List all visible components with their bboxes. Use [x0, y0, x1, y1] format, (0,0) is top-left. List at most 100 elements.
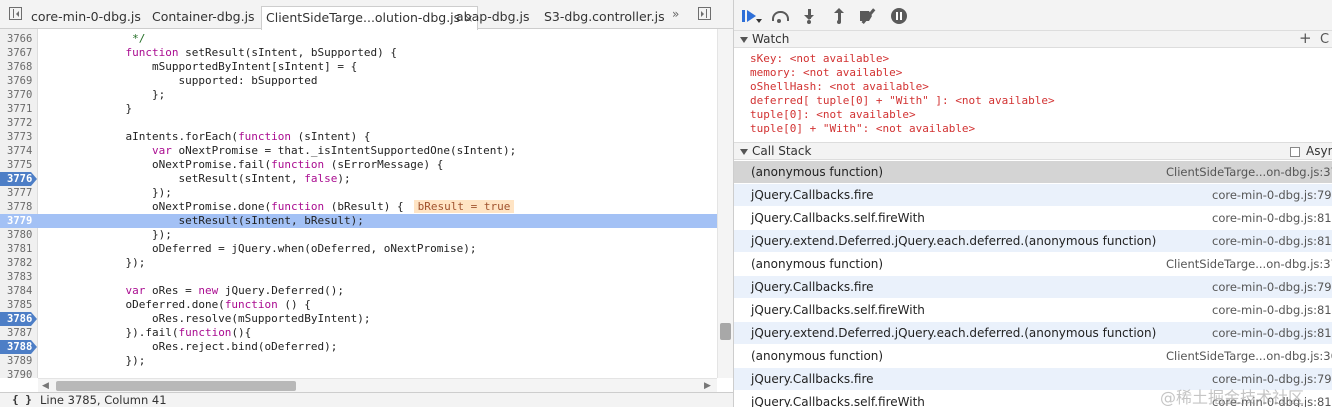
code-line[interactable]: 3768 mSupportedByIntent[sIntent] = { [0, 60, 717, 74]
more-tabs-icon[interactable]: » [672, 7, 679, 21]
code-line[interactable]: 3779 setResult(sIntent, bResult); [0, 214, 717, 228]
step-over-icon[interactable] [771, 8, 789, 24]
code-line[interactable]: 3790 [0, 368, 717, 378]
breakpoint-marker[interactable]: 3786 [0, 312, 37, 326]
callstack-frame[interactable]: (anonymous function) ClientSideTarge...on… [734, 161, 1332, 184]
line-number[interactable]: 3773 [0, 130, 38, 144]
callstack-frame[interactable]: jQuery.extend.Deferred.jQuery.each.defer… [734, 230, 1332, 253]
watch-header[interactable]: Watch + C [734, 30, 1332, 48]
callstack-frame[interactable]: jQuery.Callbacks.self.fireWith core-min-0… [734, 207, 1332, 230]
code-line[interactable]: 3780 }); [0, 228, 717, 242]
resume-icon[interactable] [741, 8, 757, 24]
code-line[interactable]: 3766 */ [0, 32, 717, 46]
watch-expression[interactable]: memory: <not available> [750, 66, 902, 80]
deactivate-breakpoints-icon[interactable] [860, 8, 876, 24]
callstack-header[interactable]: Call Stack Async [734, 142, 1332, 160]
tab-s3-controller[interactable]: S3-dbg.controller.js [540, 6, 669, 29]
line-number[interactable]: 3777 [0, 186, 38, 200]
breakpoint-marker[interactable]: 3779 [0, 214, 37, 228]
line-number[interactable]: 3772 [0, 116, 38, 130]
step-into-icon[interactable] [801, 8, 817, 24]
callstack-frame[interactable]: (anonymous function) ClientSideTarge...on… [734, 345, 1332, 368]
code-line[interactable]: 3776 setResult(sIntent, false); [0, 172, 717, 186]
code-line[interactable]: 3788 oRes.reject.bind(oDeferred); [0, 340, 717, 354]
horizontal-scroll-thumb[interactable] [56, 381, 296, 391]
line-number[interactable]: 3770 [0, 88, 38, 102]
line-number[interactable]: 3780 [0, 228, 38, 242]
pause-on-exceptions-icon[interactable] [891, 8, 907, 24]
vertical-scroll-thumb[interactable] [720, 323, 731, 340]
frame-location-link[interactable]: ClientSideTarge...on-dbg.js:3779 [1166, 161, 1332, 184]
resume-dropdown-icon[interactable] [756, 19, 762, 23]
line-number[interactable]: 3775 [0, 158, 38, 172]
line-number[interactable]: 3782 [0, 256, 38, 270]
horizontal-scrollbar[interactable]: ◀ ▶ [38, 378, 717, 392]
callstack-frame[interactable]: jQuery.Callbacks.self.fireWith core-min-0… [734, 299, 1332, 322]
line-number[interactable]: 3783 [0, 270, 38, 284]
line-number[interactable]: 3766 [0, 32, 38, 46]
line-number[interactable]: 3790 [0, 368, 38, 378]
frame-location-link[interactable]: core-min-0-dbg.js:8107 [1212, 207, 1332, 230]
code-line[interactable]: 3771 } [0, 102, 717, 116]
scroll-right-icon[interactable]: ▶ [704, 381, 711, 391]
callstack-frame[interactable]: jQuery.extend.Deferred.jQuery.each.defer… [734, 322, 1332, 345]
frame-location-link[interactable]: core-min-0-dbg.js:8107 [1212, 299, 1332, 322]
line-number[interactable]: 3769 [0, 74, 38, 88]
tab-core-min[interactable]: core-min-0-dbg.js [27, 6, 145, 29]
callstack-frame[interactable]: (anonymous function) ClientSideTarge...on… [734, 253, 1332, 276]
line-number[interactable]: 3774 [0, 144, 38, 158]
refresh-watch-icon[interactable]: C [1320, 31, 1329, 48]
code-line[interactable]: 3782 }); [0, 256, 717, 270]
watch-expression[interactable]: deferred[ tuple[0] + "With" ]: <not avai… [750, 94, 1055, 108]
code-line[interactable]: 3777 }); [0, 186, 717, 200]
code-line[interactable]: 3789 }); [0, 354, 717, 368]
tab-container[interactable]: Container-dbg.js [148, 6, 259, 29]
frame-location-link[interactable]: core-min-0-dbg.js:7995 [1212, 184, 1332, 207]
line-number[interactable]: 3781 [0, 242, 38, 256]
code-line[interactable]: 3769 supported: bSupported [0, 74, 717, 88]
vertical-scrollbar[interactable] [717, 29, 733, 378]
code-line[interactable]: 3781 oDeferred = jQuery.when(oDeferred, … [0, 242, 717, 256]
line-number[interactable]: 3784 [0, 284, 38, 298]
scroll-left-icon[interactable]: ◀ [42, 381, 49, 391]
line-number[interactable]: 3778 [0, 200, 38, 214]
watch-expression[interactable]: tuple[0]: <not available> [750, 108, 916, 122]
frame-location-link[interactable]: core-min-0-dbg.js:7995 [1212, 276, 1332, 299]
line-number[interactable]: 3785 [0, 298, 38, 312]
code-line[interactable]: 3786 oRes.resolve(mSupportedByIntent); [0, 312, 717, 326]
frame-location-link[interactable]: core-min-0-dbg.js:8197 [1212, 230, 1332, 253]
code-line[interactable]: 3785 oDeferred.done(function () { [0, 298, 717, 312]
watch-expression[interactable]: oShellHash: <not available> [750, 80, 929, 94]
line-number[interactable]: 3767 [0, 46, 38, 60]
breakpoint-marker[interactable]: 3788 [0, 340, 37, 354]
frame-location-link[interactable]: ClientSideTarge...on-dbg.js:3645 [1166, 345, 1332, 368]
frame-location-link[interactable]: core-min-0-dbg.js:8197 [1212, 322, 1332, 345]
code-line[interactable]: 3774 var oNextPromise = that._isIntentSu… [0, 144, 717, 158]
frame-location-link[interactable]: ClientSideTarge...on-dbg.js:3710 [1166, 253, 1332, 276]
code-line[interactable]: 3787 }).fail(function(){ [0, 326, 717, 340]
code-line[interactable]: 3767 function setResult(sIntent, bSuppor… [0, 46, 717, 60]
callstack-frame[interactable]: jQuery.Callbacks.fire core-min-0-dbg.js:7… [734, 276, 1332, 299]
add-watch-icon[interactable]: + [1299, 30, 1312, 47]
line-number[interactable]: 3771 [0, 102, 38, 116]
code-line[interactable]: 3775 oNextPromise.fail(function (sErrorM… [0, 158, 717, 172]
code-line[interactable]: 3784 var oRes = new jQuery.Deferred(); [0, 284, 717, 298]
code-line[interactable]: 3778 oNextPromise.done(function (bResult… [0, 200, 717, 214]
toggle-navigator-icon[interactable] [9, 7, 22, 20]
line-number[interactable]: 3787 [0, 326, 38, 340]
breakpoint-marker[interactable]: 3776 [0, 172, 37, 186]
watch-expression[interactable]: sKey: <not available> [750, 52, 889, 66]
callstack-frame[interactable]: jQuery.Callbacks.fire core-min-0-dbg.js:7… [734, 184, 1332, 207]
code-editor[interactable]: 3766 */3767 function setResult(sIntent, … [0, 29, 717, 378]
step-out-icon[interactable] [831, 8, 847, 24]
tab-abap[interactable]: abap-dbg.js [452, 6, 533, 29]
code-line[interactable]: 3770 }; [0, 88, 717, 102]
code-line[interactable]: 3773 aIntents.forEach(function (sIntent)… [0, 130, 717, 144]
line-number[interactable]: 3789 [0, 354, 38, 368]
code-line[interactable]: 3783 [0, 270, 717, 284]
toggle-debugger-icon[interactable] [698, 7, 711, 20]
tab-clientsidetarget[interactable]: ClientSideTarge...olution-dbg.js × [261, 6, 479, 30]
watch-expression[interactable]: tuple[0] + "With": <not available> [750, 122, 975, 136]
code-line[interactable]: 3772 [0, 116, 717, 130]
async-checkbox[interactable] [1290, 147, 1300, 157]
